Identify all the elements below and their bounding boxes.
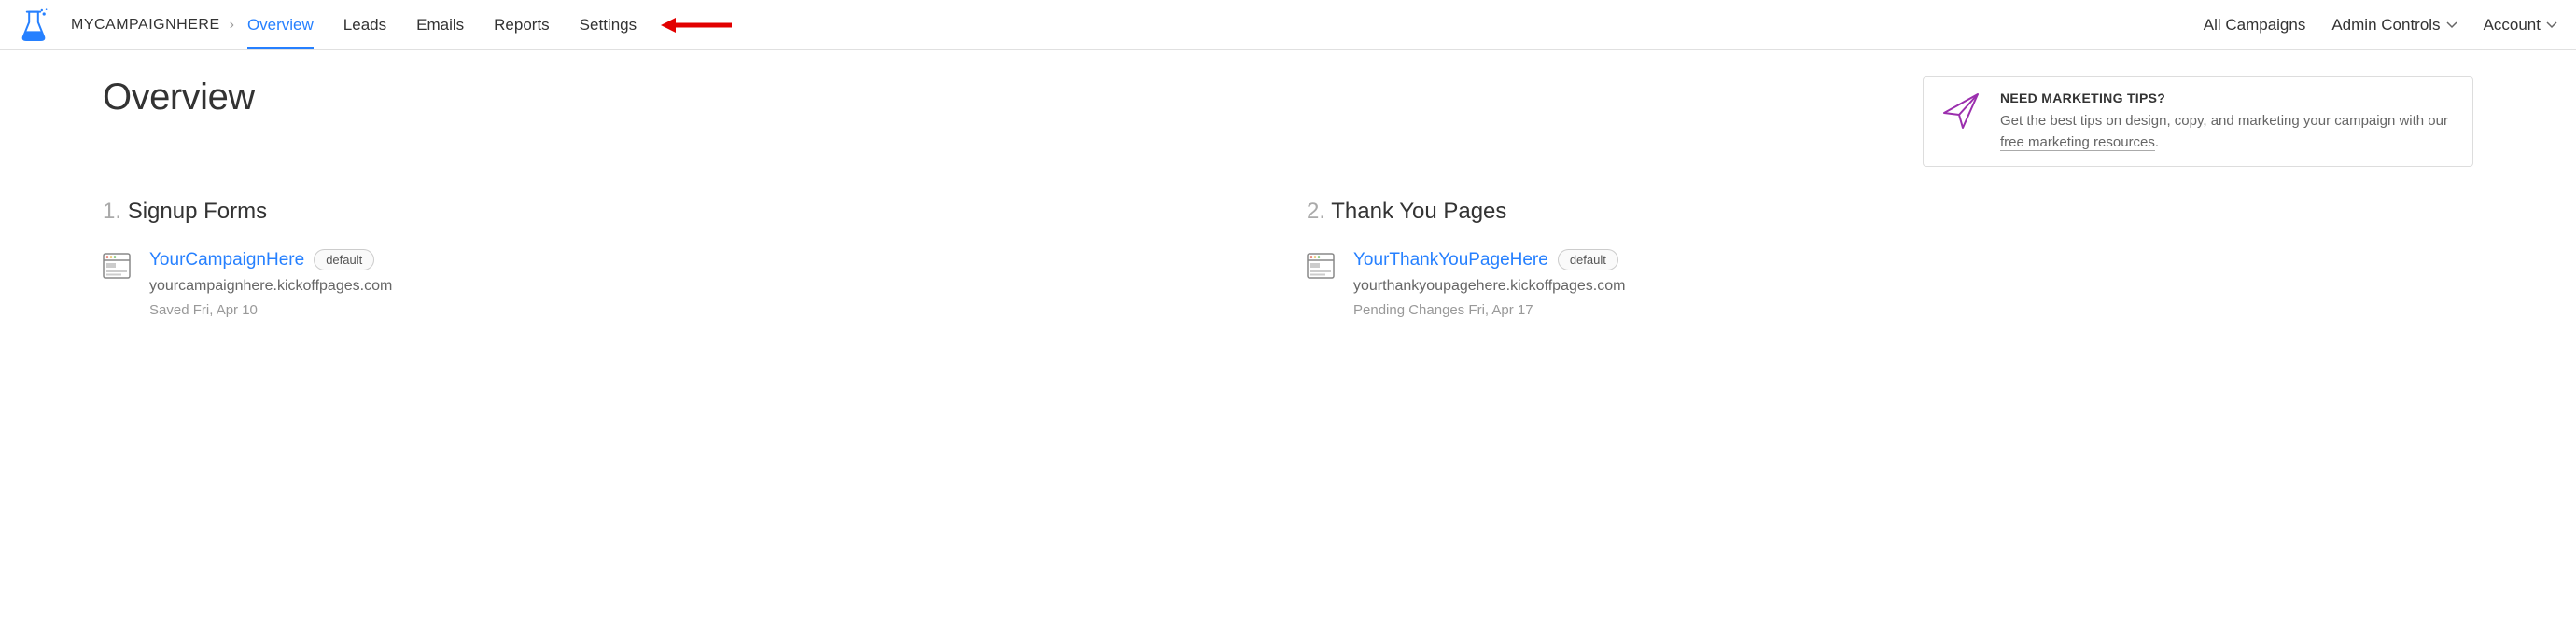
- section-num: 1.: [103, 199, 121, 224]
- tab-reports[interactable]: Reports: [494, 0, 550, 49]
- page-title: Overview: [103, 76, 255, 118]
- tip-body-suffix: .: [2155, 134, 2159, 150]
- tip-content: NEED MARKETING TIPS? Get the best tips o…: [2000, 90, 2454, 153]
- page-url: yourthankyoupagehere.kickoffpages.com: [1353, 278, 1625, 295]
- tip-link[interactable]: free marketing resources: [2000, 134, 2155, 151]
- nav-admin-controls-label: Admin Controls: [2331, 16, 2440, 35]
- column-signup-forms: 1. Signup Forms YourCampaignHere: [103, 199, 1269, 318]
- page-saved: Saved Fri, Apr 10: [149, 302, 392, 318]
- content: Overview NEED MARKETING TIPS? Get the be…: [0, 50, 2576, 346]
- column-thank-you-pages: 2. Thank You Pages YourThankYouPageHere: [1307, 199, 2473, 318]
- nav-account[interactable]: Account: [2484, 16, 2557, 35]
- tab-emails[interactable]: Emails: [416, 0, 464, 49]
- tip-card: NEED MARKETING TIPS? Get the best tips o…: [1923, 76, 2473, 167]
- tab-settings[interactable]: Settings: [580, 0, 637, 49]
- page-saved: Pending Changes Fri, Apr 17: [1353, 302, 1625, 318]
- page-url: yourcampaignhere.kickoffpages.com: [149, 278, 392, 295]
- top-nav: MYCAMPAIGNHERE › Overview Leads Emails R…: [0, 0, 2576, 50]
- section-label: Signup Forms: [128, 199, 267, 224]
- nav-tabs: Overview Leads Emails Reports Settings: [247, 0, 2204, 49]
- breadcrumb-separator: ›: [230, 17, 234, 34]
- annotation-arrow-icon: [661, 16, 732, 35]
- page-title-row: YourCampaignHere default: [149, 249, 392, 270]
- tab-leads[interactable]: Leads: [343, 0, 386, 49]
- page-name-link[interactable]: YourThankYouPageHere: [1353, 250, 1548, 270]
- section-heading-signup: 1. Signup Forms: [103, 199, 1269, 225]
- page-preview-icon: [1307, 253, 1335, 279]
- app-logo-icon: [19, 8, 49, 42]
- page-info: YourThankYouPageHere default yourthankyo…: [1353, 249, 1625, 318]
- page-preview-icon: [103, 253, 131, 279]
- chevron-down-icon: [2446, 21, 2457, 29]
- page-title-row: YourThankYouPageHere default: [1353, 249, 1625, 270]
- default-badge: default: [314, 249, 374, 270]
- campaign-name[interactable]: MYCAMPAIGNHERE: [71, 17, 220, 34]
- columns: 1. Signup Forms YourCampaignHere: [103, 199, 2473, 318]
- nav-admin-controls[interactable]: Admin Controls: [2331, 16, 2457, 35]
- section-heading-thankyou: 2. Thank You Pages: [1307, 199, 2473, 225]
- section-num: 2.: [1307, 199, 1325, 224]
- default-badge: default: [1558, 249, 1618, 270]
- chevron-down-icon: [2546, 21, 2557, 29]
- page-item: YourThankYouPageHere default yourthankyo…: [1307, 249, 2473, 318]
- nav-all-campaigns-label: All Campaigns: [2204, 16, 2306, 35]
- nav-all-campaigns[interactable]: All Campaigns: [2204, 16, 2306, 35]
- page-item: YourCampaignHere default yourcampaignher…: [103, 249, 1269, 318]
- tip-body-prefix: Get the best tips on design, copy, and m…: [2000, 113, 2448, 129]
- page-name-link[interactable]: YourCampaignHere: [149, 250, 304, 270]
- tip-title: NEED MARKETING TIPS?: [2000, 90, 2454, 105]
- right-nav: All Campaigns Admin Controls Account: [2204, 0, 2557, 49]
- paper-plane-icon: [1940, 90, 1981, 132]
- tip-body: Get the best tips on design, copy, and m…: [2000, 111, 2454, 153]
- page-info: YourCampaignHere default yourcampaignher…: [149, 249, 392, 318]
- nav-account-label: Account: [2484, 16, 2541, 35]
- top-row: Overview NEED MARKETING TIPS? Get the be…: [103, 76, 2473, 167]
- tab-overview[interactable]: Overview: [247, 0, 314, 49]
- section-label: Thank You Pages: [1331, 199, 1506, 224]
